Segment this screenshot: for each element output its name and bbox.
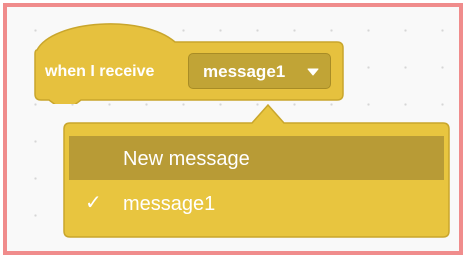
menu-item-new-message[interactable]: New message [69, 136, 444, 180]
when-i-receive-block[interactable]: when I receive message1 [33, 18, 345, 104]
block-label: when I receive [45, 63, 155, 80]
menu-item-message1[interactable]: ✓ message1 [69, 181, 444, 225]
message-dropdown[interactable]: message1 [188, 53, 331, 89]
menu-item-label: New message [123, 148, 250, 170]
message-dropdown-menu: New message ✓ message1 [62, 99, 451, 239]
menu-item-label: message1 [123, 193, 216, 215]
checkmark-icon: ✓ [85, 192, 102, 214]
caret-down-icon [307, 68, 319, 76]
selected-message: message1 [203, 62, 286, 81]
workspace-canvas[interactable]: when I receive message1 New message ✓ me… [3, 3, 463, 255]
